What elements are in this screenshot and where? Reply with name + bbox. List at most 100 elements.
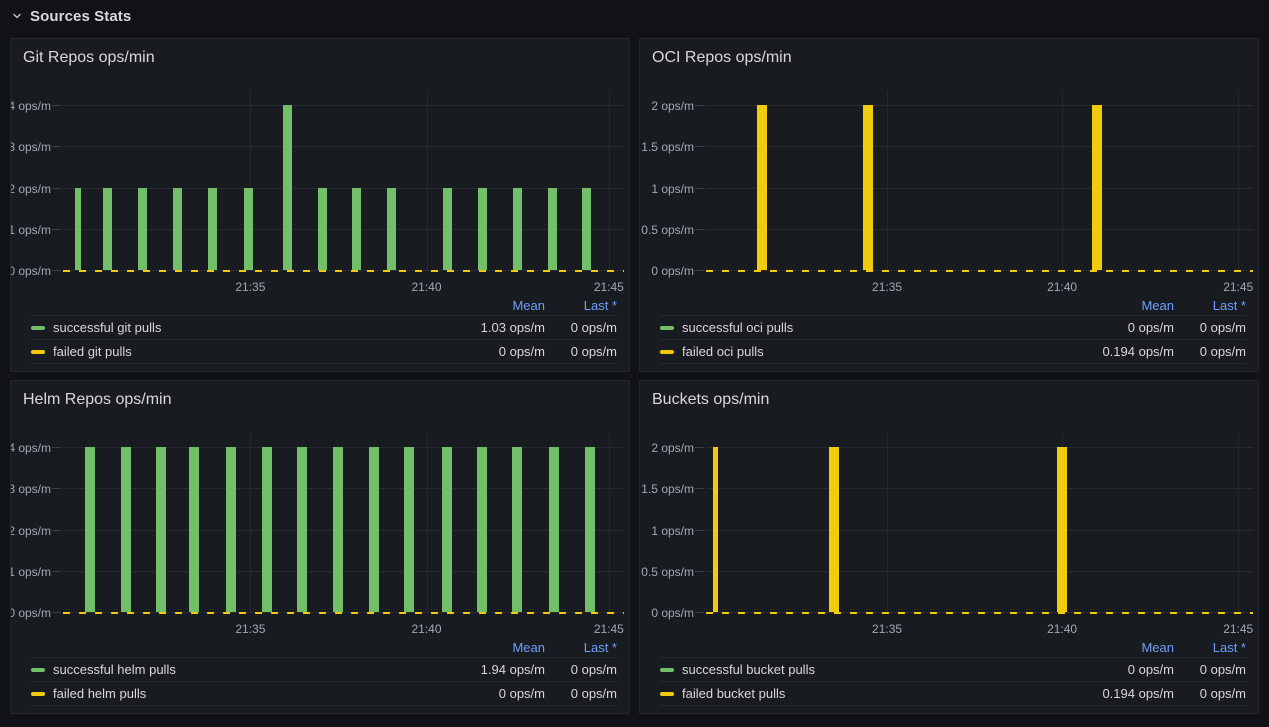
bar-failed-oci-pulls[interactable] bbox=[863, 105, 873, 270]
bar-successful-git-pulls[interactable] bbox=[582, 188, 591, 271]
bar-successful-git-pulls[interactable] bbox=[208, 188, 217, 271]
bar-successful-git-pulls[interactable] bbox=[548, 188, 557, 271]
plot-area[interactable]: 0 ops/m0.5 ops/m1 ops/m1.5 ops/m2 ops/m bbox=[706, 433, 1253, 613]
bar-successful-helm-pulls[interactable] bbox=[333, 447, 343, 612]
bar-successful-git-pulls[interactable] bbox=[283, 105, 292, 270]
plot-area[interactable]: 0 ops/m0.5 ops/m1 ops/m1.5 ops/m2 ops/m bbox=[706, 91, 1253, 271]
bar-failed-bucket-pulls[interactable] bbox=[713, 447, 718, 612]
bar-successful-helm-pulls[interactable] bbox=[85, 447, 95, 612]
y-tick-mark bbox=[52, 447, 61, 448]
y-axis-label: 4 ops/m bbox=[10, 442, 51, 454]
series-label[interactable]: failed oci pulls bbox=[682, 344, 1054, 359]
series-label[interactable]: successful bucket pulls bbox=[682, 662, 1054, 677]
x-axis-label: 21:45 bbox=[1223, 621, 1253, 637]
zero-value-dashed-line bbox=[63, 612, 624, 614]
series-color-icon[interactable] bbox=[660, 692, 674, 696]
series-label[interactable]: failed bucket pulls bbox=[682, 686, 1054, 701]
bar-successful-helm-pulls[interactable] bbox=[189, 447, 199, 612]
panel-title[interactable]: Buckets ops/min bbox=[640, 381, 1258, 419]
legend-row: successful oci pulls0 ops/m0 ops/m bbox=[660, 315, 1246, 339]
y-axis-label: 2 ops/m bbox=[651, 442, 694, 454]
x-axis: 21:3521:4021:45 bbox=[706, 621, 1253, 637]
y-gridline bbox=[706, 105, 1253, 106]
series-color-icon[interactable] bbox=[31, 692, 45, 696]
bar-successful-git-pulls[interactable] bbox=[244, 188, 253, 271]
bar-successful-helm-pulls[interactable] bbox=[297, 447, 307, 612]
bar-successful-git-pulls[interactable] bbox=[352, 188, 361, 271]
bar-successful-git-pulls[interactable] bbox=[173, 188, 182, 271]
bar-successful-helm-pulls[interactable] bbox=[226, 447, 236, 612]
panel-title[interactable]: Helm Repos ops/min bbox=[11, 381, 629, 419]
y-tick-mark bbox=[52, 146, 61, 147]
x-gridline bbox=[609, 433, 610, 613]
legend: MeanLast * successful oci pulls0 ops/m0 o… bbox=[660, 295, 1246, 364]
series-color-icon[interactable] bbox=[660, 668, 674, 672]
legend-row: failed bucket pulls0.194 ops/m0 ops/m bbox=[660, 681, 1246, 705]
series-label[interactable]: successful git pulls bbox=[53, 320, 425, 335]
y-tick-mark bbox=[695, 105, 704, 106]
bar-successful-helm-pulls[interactable] bbox=[121, 447, 131, 612]
series-label[interactable]: failed helm pulls bbox=[53, 686, 425, 701]
bar-successful-helm-pulls[interactable] bbox=[369, 447, 379, 612]
bar-successful-helm-pulls[interactable] bbox=[549, 447, 559, 612]
legend-column-mean[interactable]: Mean bbox=[425, 298, 545, 313]
bar-failed-oci-pulls[interactable] bbox=[757, 105, 767, 270]
series-mean-value: 0 ops/m bbox=[425, 344, 545, 359]
bar-successful-helm-pulls[interactable] bbox=[156, 447, 166, 612]
x-axis-label: 21:45 bbox=[594, 621, 624, 637]
bar-successful-git-pulls[interactable] bbox=[103, 188, 112, 271]
series-label[interactable]: successful oci pulls bbox=[682, 320, 1054, 335]
series-color-icon[interactable] bbox=[31, 350, 45, 354]
legend-header: MeanLast * bbox=[660, 637, 1246, 657]
plot-area[interactable]: 0 ops/m1 ops/m2 ops/m3 ops/m4 ops/m bbox=[63, 433, 624, 613]
y-tick-mark bbox=[695, 571, 704, 572]
panel-git-repos-ops-min: Git Repos ops/min 0 ops/m1 ops/m2 ops/m3 … bbox=[10, 38, 630, 372]
bar-successful-git-pulls[interactable] bbox=[318, 188, 327, 271]
bar-failed-oci-pulls[interactable] bbox=[1092, 105, 1102, 270]
series-color-icon[interactable] bbox=[660, 350, 674, 354]
legend-row: failed git pulls0 ops/m0 ops/m bbox=[31, 339, 617, 363]
bar-successful-git-pulls[interactable] bbox=[138, 188, 147, 271]
series-label[interactable]: successful helm pulls bbox=[53, 662, 425, 677]
series-color-icon[interactable] bbox=[660, 326, 674, 330]
series-color-icon[interactable] bbox=[31, 668, 45, 672]
legend: MeanLast *successful bucket pulls0 ops/m… bbox=[660, 637, 1246, 706]
legend-column-last[interactable]: Last * bbox=[1174, 298, 1246, 313]
bar-successful-helm-pulls[interactable] bbox=[442, 447, 452, 612]
bar-successful-git-pulls[interactable] bbox=[443, 188, 452, 271]
y-tick-mark bbox=[695, 188, 704, 189]
x-gridline bbox=[1238, 433, 1239, 613]
x-axis-label: 21:35 bbox=[872, 279, 902, 295]
legend-column-mean[interactable]: Mean bbox=[425, 640, 545, 655]
plot-area[interactable]: 0 ops/m1 ops/m2 ops/m3 ops/m4 ops/m bbox=[63, 91, 624, 271]
bar-successful-helm-pulls[interactable] bbox=[404, 447, 414, 612]
series-label[interactable]: failed git pulls bbox=[53, 344, 425, 359]
bar-failed-bucket-pulls[interactable] bbox=[829, 447, 839, 612]
bar-successful-helm-pulls[interactable] bbox=[262, 447, 272, 612]
bar-successful-git-pulls[interactable] bbox=[513, 188, 522, 271]
x-axis: 21:3521:4021:45 bbox=[63, 621, 624, 637]
y-gridline bbox=[706, 229, 1253, 230]
panel-title[interactable]: Git Repos ops/min bbox=[11, 39, 629, 77]
bar-failed-bucket-pulls[interactable] bbox=[1057, 447, 1067, 612]
legend-header: MeanLast * bbox=[31, 295, 617, 315]
row-header-sources-stats[interactable]: Sources Stats bbox=[0, 0, 1269, 32]
y-axis-label: 1 ops/m bbox=[651, 183, 694, 195]
y-gridline bbox=[63, 488, 624, 489]
panel-title[interactable]: OCI Repos ops/min bbox=[640, 39, 1258, 77]
series-mean-value: 0.194 ops/m bbox=[1054, 344, 1174, 359]
legend-column-last[interactable]: Last * bbox=[545, 298, 617, 313]
legend-row: failed helm pulls0 ops/m0 ops/m bbox=[31, 681, 617, 705]
series-color-icon[interactable] bbox=[31, 326, 45, 330]
bar-successful-helm-pulls[interactable] bbox=[585, 447, 595, 612]
legend-column-last[interactable]: Last * bbox=[545, 640, 617, 655]
bar-successful-git-pulls[interactable] bbox=[387, 188, 396, 271]
legend-column-mean[interactable]: Mean bbox=[1054, 298, 1174, 313]
bar-successful-git-pulls[interactable] bbox=[478, 188, 487, 271]
bar-successful-git-pulls[interactable] bbox=[75, 188, 81, 271]
legend-column-mean[interactable]: Mean bbox=[1054, 640, 1174, 655]
bar-successful-helm-pulls[interactable] bbox=[512, 447, 522, 612]
legend-column-last[interactable]: Last * bbox=[1174, 640, 1246, 655]
y-gridline bbox=[706, 188, 1253, 189]
bar-successful-helm-pulls[interactable] bbox=[477, 447, 487, 612]
